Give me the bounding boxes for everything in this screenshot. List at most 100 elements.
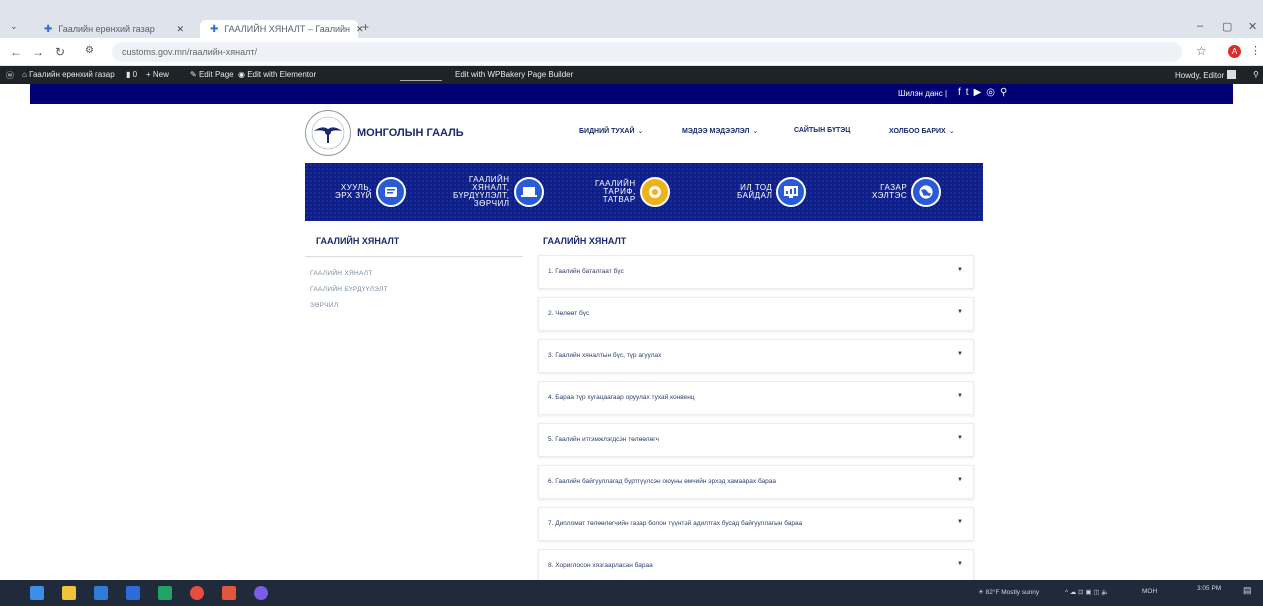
tab-search-icon[interactable]: ⌄ (10, 21, 18, 32)
admin-edit-elementor[interactable]: ◉ Edit with Elementor (238, 70, 316, 79)
caret-down-icon: ▼ (957, 477, 963, 483)
weather-widget[interactable]: ☀ 82°F Mostly sunny (978, 588, 1039, 596)
admin-howdy[interactable]: Howdy, Editor (1175, 70, 1237, 80)
admin-site-name[interactable]: ⌂ Гаалийн ерөнхий газар (22, 70, 115, 79)
nav-sitemap[interactable]: САЙТЫН БҮТЭЦ (794, 127, 850, 134)
sidebar-link-control[interactable]: ГААЛИЙН ХЯНАЛТ (310, 270, 373, 277)
caret-down-icon: ▼ (957, 561, 963, 567)
system-tray-icons[interactable]: ^ ☁ ⊡ ▣ ◫ 🔈 (1065, 588, 1109, 596)
accordion-item[interactable]: 1. Гаалийн баталгаат бүс ▼ (538, 255, 974, 289)
quick-link-departments[interactable]: ГАЗАР ХЭЛТЭС (872, 163, 942, 221)
quick-link-tariff[interactable]: ГААЛИЙН ТАРИФ, ТАТВАР (595, 163, 670, 221)
drive-icon[interactable] (222, 586, 236, 600)
accordion-label: 6. Гаалийн байгууллагад бүртгүүлсэн оюун… (548, 478, 776, 485)
accordion-label: 2. Чөлөөт бүс (548, 310, 590, 317)
caret-down-icon: ▼ (957, 393, 963, 399)
back-icon[interactable]: ← (10, 45, 22, 59)
site-logo[interactable]: МОНГОЛЫН ГААЛЬ (305, 110, 464, 156)
maximize-button[interactable]: ▢ (1222, 20, 1232, 33)
twitter-icon[interactable]: t (966, 87, 974, 98)
customs-emblem-icon (305, 110, 351, 156)
tab-title: ГААЛИЙН ХЯНАЛТ – Гаалийн (224, 24, 350, 34)
forward-icon[interactable]: → (32, 45, 44, 59)
accordion-label: 1. Гаалийн баталгаат бүс (548, 268, 624, 275)
minimize-button[interactable]: – (1197, 20, 1203, 32)
chevron-down-icon: ⌄ (637, 128, 644, 135)
sidebar-link-violation[interactable]: ЗӨРЧИЛ (310, 302, 338, 309)
accordion-label: 5. Гаалийн итгэмжлэгдсэн төлөөлөгч (548, 436, 659, 443)
quick-link-label: ГААЛИЙН ХЯНАЛТ, БҮРДҮҮЛЭЛТ, ЗӨРЧИЛ (453, 175, 510, 208)
admin-edit-page[interactable]: ✎ Edit Page (190, 70, 234, 79)
sidebar-divider (305, 256, 523, 257)
page-title: ГААЛИЙН ХЯНАЛТ (543, 236, 627, 246)
admin-separator (400, 69, 442, 81)
accordion-item[interactable]: 8. Хориглосон хязгаарласан бараа ▼ (538, 549, 974, 583)
facebook-icon[interactable]: f (958, 87, 966, 98)
browser-toolbar: ← → ↻ ⚙ customs.gov.mn/гаалийн-хяналт/ ☆… (0, 38, 1263, 66)
language-indicator[interactable]: МОН (1142, 588, 1157, 595)
globe-icon (911, 177, 942, 207)
admin-edit-wpbakery[interactable]: Edit with WPBakery Page Builder (455, 70, 573, 79)
accordion-item[interactable]: 3. Гаалийн хяналтын бүс, түр агуулах ▼ (538, 339, 974, 373)
app-icon[interactable] (254, 586, 268, 600)
wordpress-logo-icon[interactable]: ⓦ (6, 70, 14, 81)
bookmark-star-icon[interactable]: ☆ (1196, 44, 1207, 58)
edge-icon[interactable] (94, 586, 108, 600)
word-icon[interactable] (126, 586, 140, 600)
accordion-item[interactable]: 6. Гаалийн байгууллагад бүртгүүлсэн оюун… (538, 465, 974, 499)
monitor-icon (776, 177, 807, 207)
close-tab-icon[interactable]: ✕ (176, 24, 184, 35)
chrome-icon[interactable] (190, 586, 204, 600)
coins-icon (639, 177, 670, 207)
accordion-label: 7. Дипломат төлөөлөгчийн газар болон түү… (548, 520, 803, 527)
nav-about[interactable]: БИДНИЙ ТУХАЙ ⌄ (579, 127, 643, 135)
accordion-label: 3. Гаалийн хяналтын бүс, түр агуулах (548, 352, 662, 359)
caret-down-icon: ▼ (957, 519, 963, 525)
quick-link-label: ИЛ ТОД БАЙДАЛ (737, 183, 773, 200)
excel-icon[interactable] (158, 586, 172, 600)
accordion-label: 8. Хориглосон хязгаарласан бараа (548, 562, 653, 569)
sidebar-title: ГААЛИЙН ХЯНАЛТ (316, 236, 400, 246)
chevron-down-icon: ⌄ (752, 128, 759, 135)
sidebar-link-clearance[interactable]: ГААЛИЙН БҮРДҮҮЛЭЛТ (310, 286, 388, 293)
caret-down-icon: ▼ (957, 267, 963, 273)
instagram-icon[interactable]: ◎ (986, 87, 1000, 98)
windows-start-icon[interactable] (30, 586, 44, 600)
favicon-icon: ✚ (210, 23, 219, 35)
quick-link-transparency[interactable]: ИЛ ТОД БАЙДАЛ (737, 163, 807, 221)
quick-link-law[interactable]: ХУУЛЬ, ЭРХ ЗҮЙ (335, 163, 406, 221)
quick-link-label: ГАЗАР ХЭЛТЭС (872, 183, 908, 200)
quick-link-control[interactable]: ГААЛИЙН ХЯНАЛТ, БҮРДҮҮЛЭЛТ, ЗӨРЧИЛ (453, 163, 544, 221)
accordion-item[interactable]: 4. Бараа түр хугацаагаар оруулах тухай к… (538, 381, 974, 415)
open-data-link[interactable]: Шилэн данс | (898, 89, 947, 98)
site-info-icon[interactable]: ⚙ (85, 45, 94, 56)
youtube-icon[interactable]: ▶ (974, 87, 987, 98)
browser-menu-icon[interactable]: ⋮ (1250, 44, 1261, 57)
admin-search-icon[interactable]: ⚲ (1253, 70, 1259, 79)
windows-taskbar: ☀ 82°F Mostly sunny ^ ☁ ⊡ ▣ ◫ 🔈 МОН 3:05… (0, 580, 1263, 606)
nav-contact[interactable]: ХОЛБОО БАРИХ ⌄ (889, 127, 955, 135)
reload-icon[interactable]: ↻ (55, 45, 65, 59)
quick-links-banner: ХУУЛЬ, ЭРХ ЗҮЙ ГААЛИЙН ХЯНАЛТ, БҮРДҮҮЛЭЛТ, З… (305, 163, 983, 221)
site-name: МОНГОЛЫН ГААЛЬ (357, 127, 464, 139)
clock[interactable]: 3:05 PM (1197, 585, 1221, 592)
close-window-button[interactable]: ✕ (1248, 20, 1257, 33)
browser-tab-inactive[interactable]: ✚ Гаалийн ерөнхий газар ✕ (34, 20, 194, 38)
chevron-down-icon: ⌄ (948, 128, 955, 135)
profile-avatar[interactable]: A (1228, 45, 1241, 58)
file-explorer-icon[interactable] (62, 586, 76, 600)
admin-comments[interactable]: ▮ 0 (126, 70, 137, 79)
accordion-item[interactable]: 2. Чөлөөт бүс ▼ (538, 297, 974, 331)
notifications-icon[interactable]: ▤ (1243, 585, 1252, 596)
accordion-item[interactable]: 7. Дипломат төлөөлөгчийн газар болон түү… (538, 507, 974, 541)
browser-tab-active[interactable]: ✚ ГААЛИЙН ХЯНАЛТ – Гаалийн ✕ (200, 20, 364, 38)
site-top-strip: Шилэн данс | ft▶◎⚲ (30, 84, 1233, 104)
accordion-item[interactable]: 5. Гаалийн итгэмжлэгдсэн төлөөлөгч ▼ (538, 423, 974, 457)
wp-admin-bar: ⓦ ⌂ Гаалийн ерөнхий газар ▮ 0 + New ✎ Ed… (0, 66, 1263, 84)
search-icon[interactable]: ⚲ (1000, 87, 1012, 98)
admin-new[interactable]: + New (146, 70, 169, 79)
address-bar[interactable]: customs.gov.mn/гаалийн-хяналт/ (112, 42, 1182, 62)
new-tab-button[interactable]: + (362, 20, 369, 34)
nav-news[interactable]: МЭДЭЭ МЭДЭЭЛЭЛ ⌄ (682, 127, 758, 135)
law-icon (375, 177, 406, 207)
